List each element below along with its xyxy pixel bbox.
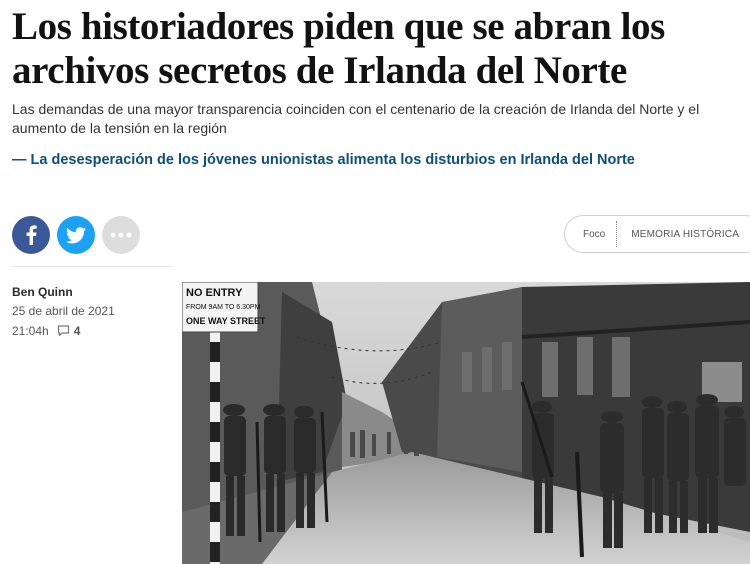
more-icon	[110, 232, 132, 238]
byline-divider	[12, 266, 172, 267]
historic-street-photo: NO ENTRY FROM 9AM TO 6.30PM ONE WAY STRE…	[182, 282, 750, 564]
related-article-link[interactable]: — La desesperación de los jóvenes unioni…	[12, 152, 635, 168]
sign-text-2: FROM 9AM TO 6.30PM	[186, 304, 261, 311]
comments-link[interactable]: 4	[57, 324, 81, 338]
time-row: 21:04h 4	[12, 324, 172, 338]
tag-foco[interactable]: Foco	[565, 229, 616, 240]
publish-date: 25 de abril de 2021	[12, 304, 115, 318]
facebook-share-button[interactable]	[12, 216, 50, 254]
more-share-button[interactable]	[102, 216, 140, 254]
byline: Ben Quinn 25 de abril de 2021 21:04h 4	[12, 285, 172, 338]
author-name[interactable]: Ben Quinn	[12, 285, 172, 299]
tag-bar: Foco MEMORIA HISTÓRICA	[564, 215, 750, 253]
twitter-share-button[interactable]	[57, 216, 95, 254]
facebook-icon	[26, 225, 37, 245]
sign-text-3: ONE WAY STREET	[186, 316, 266, 326]
comment-icon	[57, 325, 69, 337]
sign-text-1: NO ENTRY	[186, 287, 243, 299]
standfirst: Las demandas de una mayor transparencia …	[12, 101, 700, 136]
article-photo: NO ENTRY FROM 9AM TO 6.30PM ONE WAY STRE…	[182, 282, 750, 564]
comment-count: 4	[73, 324, 81, 338]
publish-time: 21:04h	[12, 324, 49, 338]
tag-memoria-historica[interactable]: MEMORIA HISTÓRICA	[618, 229, 739, 240]
headline: Los historiadores piden que se abran los…	[12, 5, 665, 92]
twitter-icon	[66, 226, 86, 243]
